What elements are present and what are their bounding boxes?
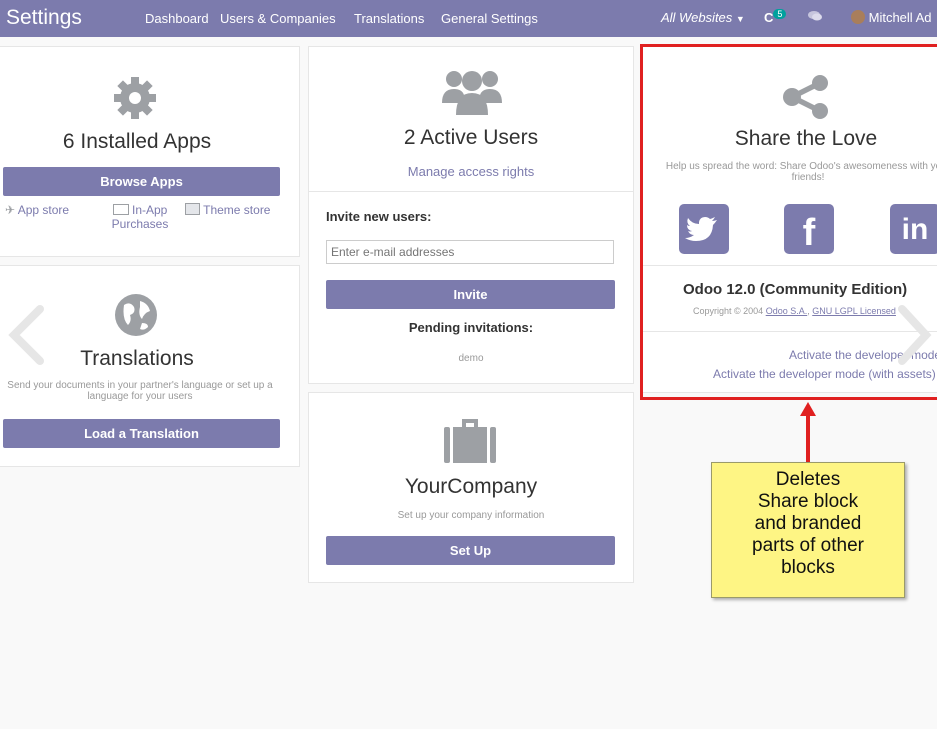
invite-label: Invite new users:: [326, 209, 432, 224]
gear-icon: [114, 77, 156, 119]
company-card: YourCompany Set up your company informat…: [308, 392, 634, 583]
theme-store-label: Theme store: [203, 203, 271, 217]
user-menu[interactable]: Mitchell Ad: [851, 10, 932, 25]
avatar: [851, 10, 865, 24]
load-translation-button[interactable]: Load a Translation: [3, 419, 280, 448]
pending-invitations-label: Pending invitations:: [408, 320, 534, 335]
apps-title: 6 Installed Apps: [62, 130, 212, 153]
in-app-purchases-link[interactable]: In-App Purchases: [105, 203, 175, 231]
manage-access-rights-link[interactable]: Manage access rights: [309, 164, 633, 179]
menu-general-settings[interactable]: General Settings: [441, 11, 538, 26]
website-switcher-label: All Websites: [661, 10, 733, 25]
annotation-arrow: [800, 402, 816, 464]
browse-apps-button[interactable]: Browse Apps: [3, 167, 280, 196]
rocket-icon: ✈: [5, 203, 16, 217]
app-store-label: App store: [17, 203, 70, 217]
callout-line: Deletes: [775, 469, 841, 490]
activity-menu[interactable]: C5: [764, 9, 787, 25]
menu-translations[interactable]: Translations: [354, 11, 424, 26]
theme-store-link[interactable]: Theme store: [185, 203, 270, 217]
image-icon: [185, 203, 200, 215]
app-title[interactable]: Settings: [6, 6, 82, 30]
website-switcher[interactable]: All Websites ▼: [661, 10, 745, 25]
app-store-link[interactable]: ✈ App store: [5, 203, 69, 217]
callout-line: parts of other: [752, 535, 864, 556]
pending-user: demo: [458, 353, 484, 364]
callout-line: and branded: [754, 513, 862, 534]
clock-icon: C: [764, 10, 774, 25]
users-card: 2 Active Users Manage access rights Invi…: [308, 46, 634, 384]
users-title: 2 Active Users: [403, 126, 539, 149]
set-up-button[interactable]: Set Up: [326, 536, 615, 565]
callout-line: Share block: [757, 491, 859, 512]
globe-icon: [115, 294, 157, 336]
invite-button[interactable]: Invite: [326, 280, 615, 309]
caret-down-icon: ▼: [735, 14, 745, 24]
top-navbar: Settings Dashboard Users & Companies Tra…: [0, 0, 937, 37]
annotation-callout: Deletes Share block and branded parts of…: [711, 462, 905, 598]
chevron-left-icon[interactable]: [4, 305, 46, 365]
chat-icon[interactable]: [808, 10, 822, 25]
menu-dashboard[interactable]: Dashboard: [145, 11, 209, 26]
apps-card: 6 Installed Apps Browse Apps ✈ App store…: [0, 46, 300, 257]
translations-description: Send your documents in your partner's la…: [7, 380, 273, 402]
divider: [309, 191, 633, 192]
menu-users-companies[interactable]: Users & Companies: [220, 11, 336, 26]
purchase-icon: [112, 204, 129, 215]
callout-line: blocks: [781, 557, 835, 578]
company-description: Set up your company information: [397, 510, 545, 521]
company-title: YourCompany: [404, 475, 538, 498]
translations-card: Translations Send your documents in your…: [0, 265, 300, 467]
email-input[interactable]: [326, 240, 614, 264]
chevron-right-icon[interactable]: [896, 305, 936, 365]
users-icon: [442, 71, 502, 115]
activity-badge: 5: [773, 9, 787, 19]
user-name: Mitchell Ad: [868, 10, 932, 25]
highlight-box: [640, 44, 937, 400]
briefcase-icon: [444, 419, 496, 463]
